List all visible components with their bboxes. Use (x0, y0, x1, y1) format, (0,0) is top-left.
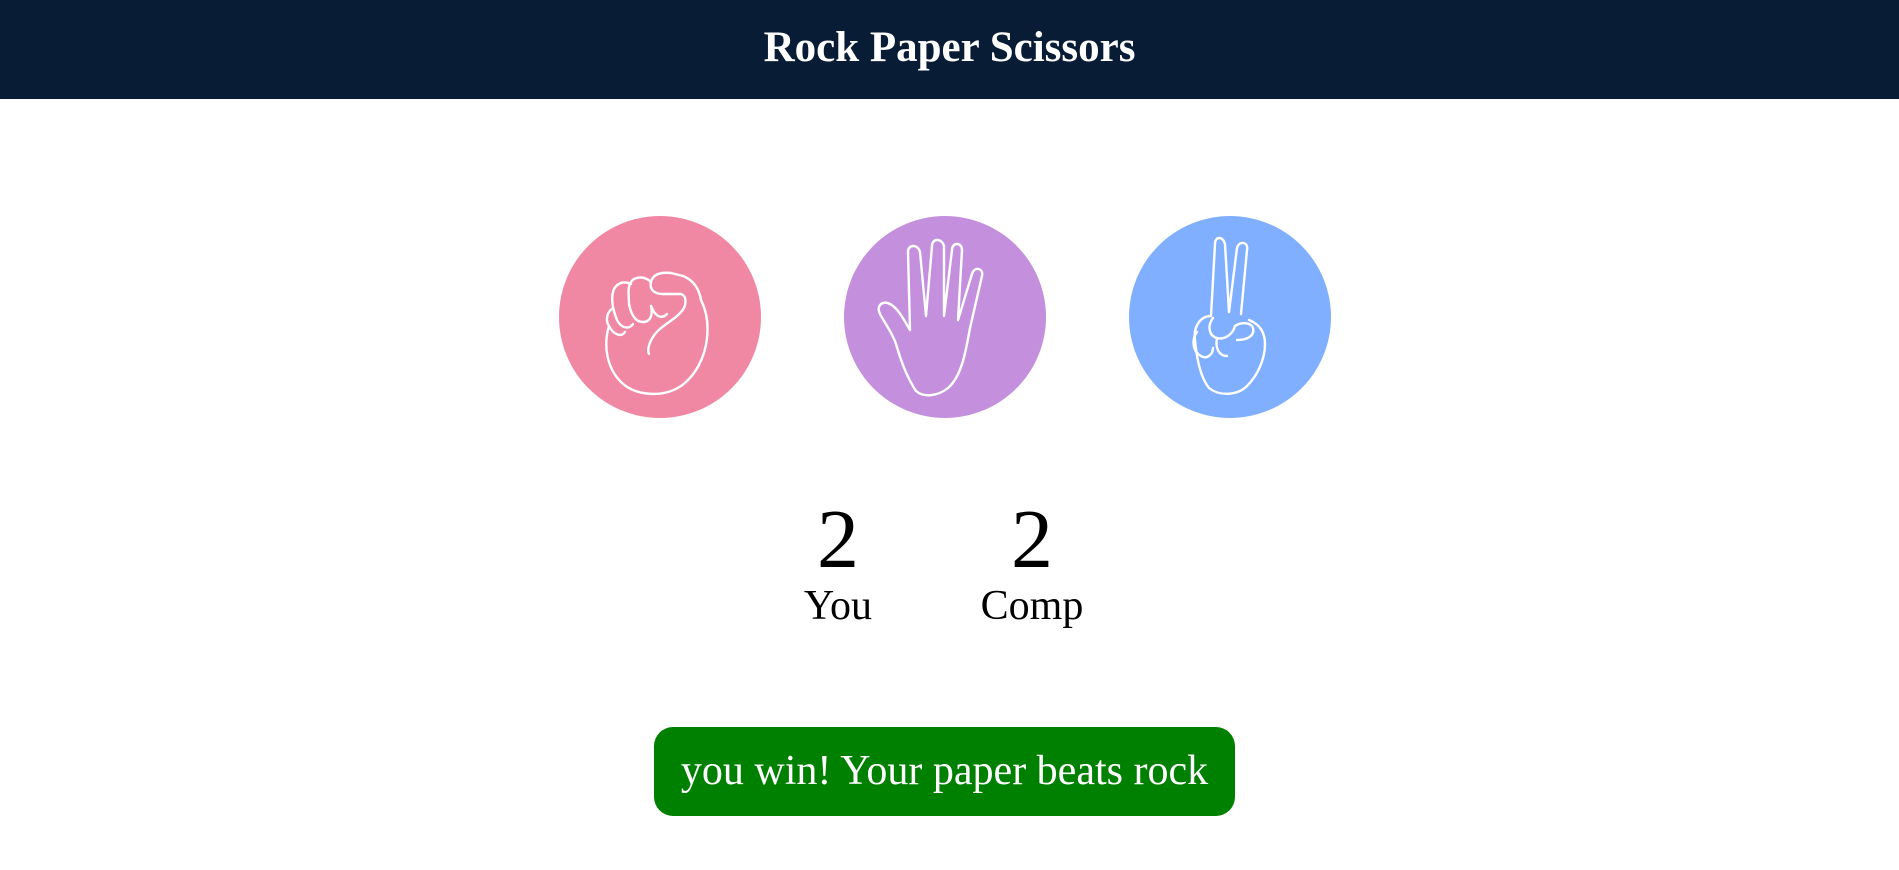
comp-score-label: Comp (980, 583, 1084, 629)
paper-choice-button[interactable] (844, 216, 1046, 418)
user-score-value: 2 (817, 493, 859, 586)
header-bar: Rock Paper Scissors (0, 0, 1899, 99)
comp-score-block: 2 Comp (952, 493, 1112, 630)
page-title: Rock Paper Scissors (763, 24, 1136, 71)
paper-hand-icon (877, 238, 984, 397)
user-score-block: 2 You (758, 493, 918, 630)
result-message: you win! Your paper beats rock (654, 727, 1235, 816)
comp-score-value: 2 (1011, 493, 1053, 586)
rock-fist-icon (605, 271, 709, 396)
rock-choice-button[interactable] (559, 216, 761, 418)
user-score-label: You (803, 583, 873, 629)
scissors-peace-icon (1192, 236, 1267, 395)
scissors-choice-button[interactable] (1129, 216, 1331, 418)
